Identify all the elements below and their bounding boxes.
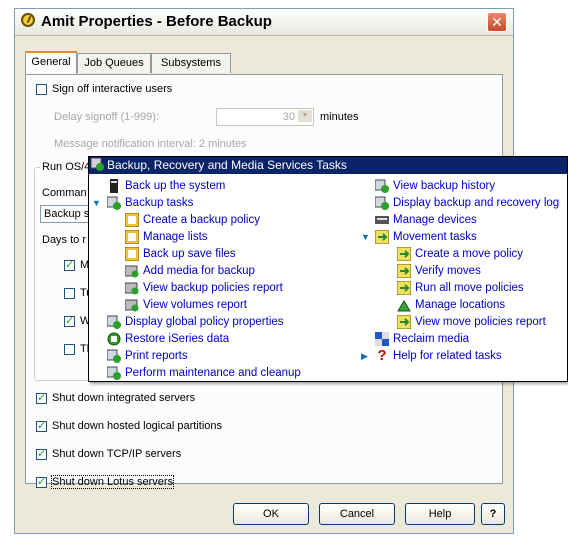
shutdown-tcpip-checkbox[interactable] [36, 447, 47, 460]
log-icon [375, 196, 389, 210]
tab-subsystems[interactable]: Subsystems [151, 53, 231, 73]
ok-button[interactable]: OK [233, 503, 309, 525]
popup-title-text: Backup, Recovery and Media Services Task… [107, 158, 347, 172]
sign-off-label: Sign off interactive users [52, 83, 173, 95]
policy-icon [125, 213, 139, 227]
title-bar[interactable]: Amit Properties - Before Backup ✕ [15, 9, 513, 36]
shutdown-integrated-checkbox[interactable] [36, 391, 47, 404]
day-checkbox-th[interactable] [64, 344, 75, 355]
maintenance-icon [107, 366, 121, 380]
delay-spinner[interactable]: 30 ▼ [216, 108, 314, 126]
day-checkbox-w[interactable] [64, 314, 75, 327]
devices-icon [375, 216, 389, 224]
media-icon [125, 265, 139, 278]
tab-general[interactable]: General [25, 51, 77, 74]
save-files-icon [125, 247, 139, 261]
shutdown-tcpip-label: Shut down TCP/IP servers [52, 448, 182, 460]
print-icon [107, 349, 121, 363]
report-icon [125, 299, 139, 312]
close-button[interactable]: ✕ [487, 12, 507, 32]
expand-movement-tasks-icon[interactable]: ▼ [361, 229, 370, 245]
window-title: Amit Properties - Before Backup [41, 13, 272, 30]
delay-unit: minutes [320, 111, 359, 123]
day-checkbox-m[interactable] [64, 258, 75, 271]
movement-icon [375, 230, 389, 244]
policy-properties-icon [107, 315, 121, 329]
clock-icon [21, 13, 35, 27]
shutdown-lotus-checkbox[interactable] [36, 475, 47, 488]
delay-label: Delay signoff (1-999): [54, 111, 159, 123]
server-icon [110, 179, 118, 193]
tab-job-queues[interactable]: Job Queues [77, 53, 151, 73]
move-policy-icon [397, 247, 411, 261]
restore-icon [107, 332, 121, 346]
question-mark-icon: ? [377, 347, 387, 364]
spinner-down-icon[interactable]: ▼ [298, 110, 312, 122]
tasks-folder-icon [107, 196, 121, 210]
help-button[interactable]: Help [405, 503, 475, 525]
message-interval-label: Message notification interval: 2 minutes [54, 138, 247, 150]
brms-tasks-popup: Backup, Recovery and Media Services Task… [88, 156, 568, 382]
expand-help-icon[interactable]: ▶ [361, 348, 368, 364]
shutdown-partitions-checkbox[interactable] [36, 419, 47, 432]
command-label: Comman [42, 187, 87, 199]
reclaim-icon [375, 332, 389, 346]
list-icon [125, 230, 139, 244]
report-icon [125, 282, 139, 295]
verify-icon [397, 264, 411, 278]
run-icon [397, 281, 411, 295]
history-icon [375, 179, 389, 193]
sign-off-checkbox[interactable] [36, 84, 47, 95]
shutdown-integrated-label: Shut down integrated servers [52, 392, 196, 404]
cancel-button[interactable]: Cancel [319, 503, 395, 525]
days-label: Days to r [42, 234, 87, 246]
brms-icon [91, 158, 104, 171]
whats-this-button[interactable]: ? [481, 503, 505, 525]
shutdown-lotus-label: Shut down Lotus servers [50, 475, 175, 489]
report-icon [397, 315, 411, 329]
day-checkbox-tu[interactable] [64, 288, 75, 299]
run-os-label: Run OS/4 [40, 161, 93, 173]
locations-icon [397, 300, 411, 312]
expand-backup-tasks-icon[interactable]: ▼ [92, 195, 101, 211]
popup-title: Backup, Recovery and Media Services Task… [89, 157, 567, 174]
delay-value: 30 [282, 111, 295, 123]
shutdown-partitions-label: Shut down hosted logical partitions [52, 420, 222, 432]
